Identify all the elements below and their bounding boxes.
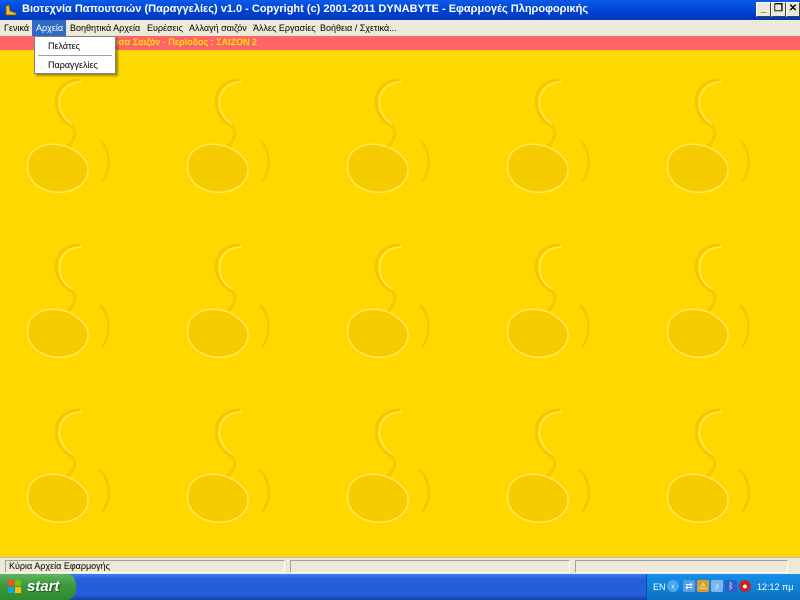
- menu-searches[interactable]: Ευρέσεις: [143, 20, 187, 36]
- menu-item-customers[interactable]: Πελάτες: [35, 39, 115, 53]
- start-label: start: [27, 578, 60, 595]
- menu-bar: Γενικά Αρχεία Βοηθητικά Αρχεία Ευρέσεις …: [0, 20, 800, 36]
- background-watermark: [490, 235, 600, 365]
- menu-other-tasks[interactable]: Άλλες Εργασίες: [249, 20, 320, 36]
- background-watermark: [170, 70, 280, 200]
- security-icon[interactable]: ⚠: [697, 580, 709, 592]
- background-watermark: [650, 235, 760, 365]
- menu-change-season[interactable]: Αλλαγή σαιζόν: [185, 20, 251, 36]
- status-panel-3: [575, 560, 788, 573]
- menu-general[interactable]: Γενικά: [0, 20, 33, 36]
- season-info-text: ισα Σαιζόν - Περίοδος : ΣΑΙΖΟΝ 2: [116, 37, 258, 47]
- menu-auxiliary-files[interactable]: Βοηθητικά Αρχεία: [66, 20, 144, 36]
- shoe-icon[interactable]: [4, 3, 18, 17]
- background-watermark: [330, 235, 440, 365]
- close-button[interactable]: ✕: [786, 2, 800, 17]
- network-icon[interactable]: ⇄: [683, 580, 695, 592]
- background-watermark: [650, 400, 760, 530]
- background-watermark: [10, 70, 120, 200]
- background-watermark: [170, 400, 280, 530]
- tray-arrow-icon[interactable]: ‹: [667, 580, 679, 592]
- background-watermark: [170, 235, 280, 365]
- language-indicator[interactable]: EN: [653, 582, 666, 592]
- volume-icon[interactable]: ♪: [711, 580, 723, 592]
- background-watermark: [330, 70, 440, 200]
- background-watermark: [10, 400, 120, 530]
- menu-files[interactable]: Αρχεία: [32, 20, 66, 36]
- background-watermark: [490, 400, 600, 530]
- taskbar: start EN ‹ ⇄ ⚠ ♪ ᛒ ● 12:12 πμ: [0, 574, 800, 600]
- main-workspace: [0, 50, 800, 557]
- title-bar[interactable]: Βιοτεχνία Παπουτσιών (Παραγγελίες) v1.0 …: [0, 0, 800, 20]
- status-panel-main: Κύρια Αρχεία Εφαρμογής: [5, 560, 285, 573]
- menu-separator: [38, 55, 112, 56]
- minimize-button[interactable]: _: [756, 2, 771, 17]
- bluetooth-icon[interactable]: ᛒ: [725, 580, 737, 592]
- background-watermark: [330, 400, 440, 530]
- menu-help-about[interactable]: Βοήθεια / Σχετικά...: [316, 20, 401, 36]
- background-watermark: [490, 70, 600, 200]
- season-info-strip: ισα Σαιζόν - Περίοδος : ΣΑΙΖΟΝ 2: [0, 36, 800, 50]
- start-button[interactable]: start: [0, 574, 76, 600]
- background-watermark: [10, 235, 120, 365]
- clock[interactable]: 12:12 πμ: [757, 582, 793, 592]
- status-panel-2: [290, 560, 570, 573]
- antivirus-icon[interactable]: ●: [739, 580, 751, 592]
- background-watermark: [650, 70, 760, 200]
- menu-item-orders[interactable]: Παραγγελίες: [35, 58, 115, 72]
- system-tray: EN ‹ ⇄ ⚠ ♪ ᛒ ● 12:12 πμ: [646, 574, 800, 600]
- files-dropdown-menu: Πελάτες Παραγγελίες: [34, 36, 116, 74]
- size-grip[interactable]: [788, 560, 798, 573]
- windows-logo-icon: [8, 580, 22, 594]
- restore-button[interactable]: ❐: [771, 2, 786, 17]
- status-bar: Κύρια Αρχεία Εφαρμογής: [0, 557, 800, 574]
- window-title: Βιοτεχνία Παπουτσιών (Παραγγελίες) v1.0 …: [22, 3, 589, 15]
